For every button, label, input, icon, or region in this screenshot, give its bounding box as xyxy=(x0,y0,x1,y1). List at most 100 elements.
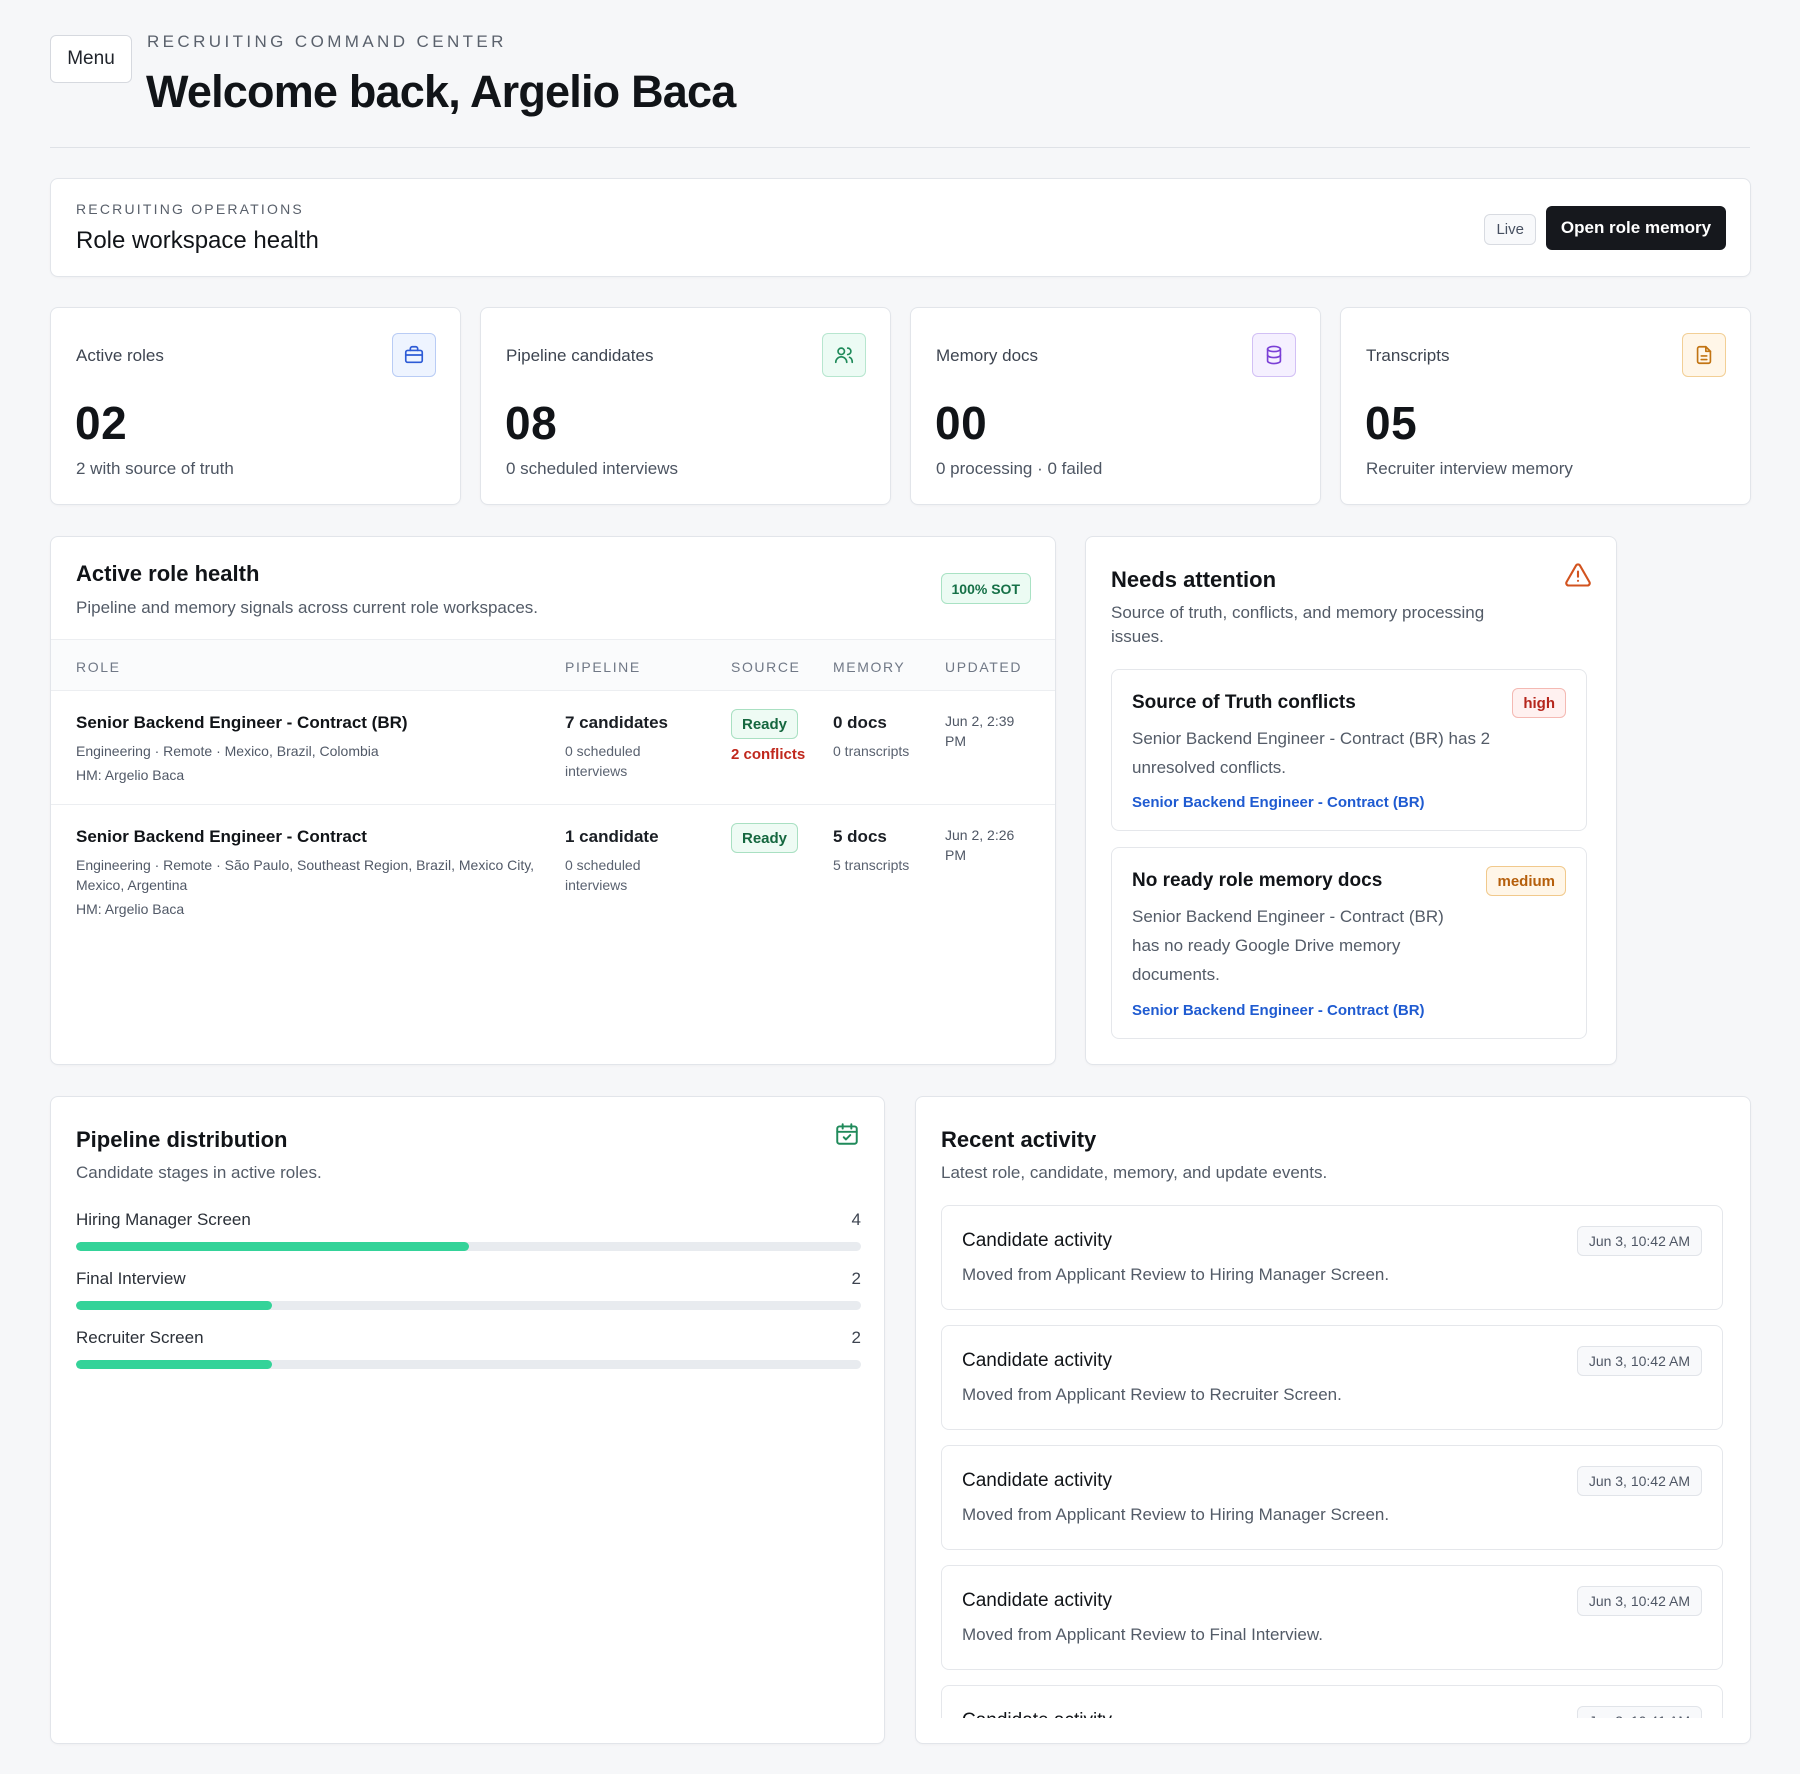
calendar-check-icon xyxy=(834,1121,860,1147)
pipeline-sub: 0 scheduled interviews xyxy=(565,743,641,779)
table-row[interactable]: Senior Backend Engineer - Contract (BR) … xyxy=(51,691,1055,805)
stage-bar-fill xyxy=(76,1360,273,1369)
issue-description: Senior Backend Engineer - Contract (BR) … xyxy=(1132,907,1444,984)
dashboard-page: Menu RECRUITING COMMAND CENTER Welcome b… xyxy=(0,0,1800,1774)
stat-value: 05 xyxy=(1365,397,1418,449)
activity-description: Moved from Applicant Review to Hiring Ma… xyxy=(962,1265,1390,1284)
activity-description: Moved from Applicant Review to Final Int… xyxy=(962,1625,1323,1644)
issue-role-link[interactable]: Senior Backend Engineer - Contract (BR) xyxy=(1132,794,1425,811)
stage-name: Final Interview xyxy=(76,1269,186,1288)
stat-card-memory-docs: Memory docs 00 0 processing · 0 failed xyxy=(910,307,1321,505)
stage-bar-track xyxy=(76,1301,861,1310)
role-hiring-manager: HM: Argelio Baca xyxy=(76,767,185,783)
source-ready-badge: Ready xyxy=(731,709,799,739)
stat-sub: Recruiter interview memory xyxy=(1366,459,1573,478)
memory-docs-count: 0 docs xyxy=(833,713,887,732)
sot-badge: 100% SOT xyxy=(940,573,1031,604)
panel-subtitle: Pipeline and memory signals across curre… xyxy=(76,598,539,617)
role-workspace-health-banner: RECRUITING OPERATIONS Role workspace hea… xyxy=(50,178,1751,277)
activity-time: Jun 3, 10:42 AM xyxy=(1576,1586,1702,1616)
memory-transcripts-count: 5 transcripts xyxy=(833,857,910,873)
stat-value: 08 xyxy=(505,397,558,449)
issue-title: No ready role memory docs xyxy=(1132,870,1383,891)
stat-card-pipeline-candidates: Pipeline candidates 08 0 scheduled inter… xyxy=(480,307,891,505)
stat-label: Active roles xyxy=(76,346,164,365)
stat-sub: 0 scheduled interviews xyxy=(506,459,678,478)
attention-item: No ready role memory docs medium Senior … xyxy=(1111,847,1587,1039)
memory-transcripts-count: 0 transcripts xyxy=(833,743,910,759)
stage-bar-track xyxy=(76,1242,861,1251)
role-hiring-manager: HM: Argelio Baca xyxy=(76,901,185,917)
stat-label: Pipeline candidates xyxy=(506,346,654,365)
role-meta: Engineering · Remote · Mexico, Brazil, C… xyxy=(76,743,379,759)
active-role-health-panel: Active role health Pipeline and memory s… xyxy=(50,536,1056,1065)
role-name[interactable]: Senior Backend Engineer - Contract (BR) xyxy=(76,713,408,733)
stage-name: Recruiter Screen xyxy=(76,1328,204,1347)
table-header: ROLE PIPELINE SOURCE MEMORY UPDATED xyxy=(51,639,1055,691)
conflicts-count: 2 conflicts xyxy=(731,746,806,763)
role-name[interactable]: Senior Backend Engineer - Contract xyxy=(76,827,367,847)
panel-title: Recent activity xyxy=(941,1127,1097,1152)
role-meta: Engineering · Remote · São Paulo, Southe… xyxy=(76,857,535,893)
database-icon xyxy=(1252,333,1296,377)
attention-item: Source of Truth conflicts high Senior Ba… xyxy=(1111,669,1587,831)
severity-badge: high xyxy=(1512,688,1566,718)
stat-card-active-roles: Active roles 02 2 with source of truth xyxy=(50,307,461,505)
warning-triangle-icon xyxy=(1564,561,1592,589)
stage-count: 2 xyxy=(851,1269,861,1288)
panel-subtitle: Candidate stages in active roles. xyxy=(76,1163,322,1182)
users-icon xyxy=(822,333,866,377)
activity-time: Jun 3, 10:42 AM xyxy=(1576,1226,1702,1256)
activity-title: Candidate activity xyxy=(962,1230,1112,1251)
page-header: Menu RECRUITING COMMAND CENTER Welcome b… xyxy=(50,0,1750,148)
recent-activity-panel: Recent activity Latest role, candidate, … xyxy=(915,1096,1751,1744)
issue-description: Senior Backend Engineer - Contract (BR) … xyxy=(1132,729,1491,777)
panel-title: Needs attention xyxy=(1111,567,1277,592)
pipeline-stage: Recruiter Screen 2 xyxy=(76,1328,861,1378)
stage-bar-fill xyxy=(76,1301,273,1310)
stat-label: Memory docs xyxy=(936,346,1039,365)
open-role-memory-button[interactable]: Open role memory xyxy=(1546,206,1726,250)
menu-button[interactable]: Menu xyxy=(50,35,132,83)
column-header-memory: MEMORY xyxy=(833,659,906,675)
stat-value: 02 xyxy=(75,397,128,449)
stat-sub: 0 processing · 0 failed xyxy=(936,459,1103,478)
column-header-source: SOURCE xyxy=(731,659,801,675)
activity-time: Jun 3, 10:42 AM xyxy=(1576,1346,1702,1376)
pipeline-stage: Hiring Manager Screen 4 xyxy=(76,1210,861,1260)
stage-bar-fill xyxy=(76,1242,469,1251)
issue-role-link[interactable]: Senior Backend Engineer - Contract (BR) xyxy=(1132,1002,1425,1019)
pipeline-count: 7 candidates xyxy=(565,713,668,732)
activity-title: Candidate activity xyxy=(962,1470,1112,1491)
activity-list[interactable]: Candidate activity Jun 3, 10:42 AM Moved… xyxy=(941,1205,1723,1718)
ops-eyebrow: RECRUITING OPERATIONS xyxy=(76,201,304,217)
column-header-updated: UPDATED xyxy=(945,659,1023,675)
stat-value: 00 xyxy=(935,397,988,449)
updated-time: Jun 2, 2:39 PM xyxy=(945,713,1015,749)
activity-title: Candidate activity xyxy=(962,1350,1112,1371)
panel-title: Active role health xyxy=(76,561,260,586)
activity-time: Jun 3, 10:41 AM xyxy=(1576,1706,1702,1718)
activity-item: Candidate activity Jun 3, 10:42 AM Moved… xyxy=(941,1565,1723,1670)
activity-description: Moved from Applicant Review to Hiring Ma… xyxy=(962,1505,1390,1524)
stage-count: 4 xyxy=(851,1210,861,1229)
document-icon xyxy=(1682,333,1726,377)
severity-badge: medium xyxy=(1486,866,1566,896)
activity-description: Moved from Applicant Review to Recruiter… xyxy=(962,1385,1342,1404)
page-title: Welcome back, Argelio Baca xyxy=(146,66,736,117)
briefcase-icon xyxy=(392,333,436,377)
issue-title: Source of Truth conflicts xyxy=(1132,692,1356,713)
activity-item: Candidate activity Jun 3, 10:41 AM xyxy=(941,1685,1723,1718)
activity-item: Candidate activity Jun 3, 10:42 AM Moved… xyxy=(941,1205,1723,1310)
stage-count: 2 xyxy=(851,1328,861,1347)
stage-bar-track xyxy=(76,1360,861,1369)
source-ready-badge: Ready xyxy=(731,823,799,853)
panel-subtitle: Latest role, candidate, memory, and upda… xyxy=(941,1163,1328,1182)
stat-sub: 2 with source of truth xyxy=(76,459,234,478)
stage-name: Hiring Manager Screen xyxy=(76,1210,251,1229)
table-row[interactable]: Senior Backend Engineer - Contract Engin… xyxy=(51,805,1055,935)
activity-title: Candidate activity xyxy=(962,1710,1112,1718)
ops-title: Role workspace health xyxy=(76,227,319,254)
stat-card-transcripts: Transcripts 05 Recruiter interview memor… xyxy=(1340,307,1751,505)
stat-label: Transcripts xyxy=(1366,346,1450,365)
